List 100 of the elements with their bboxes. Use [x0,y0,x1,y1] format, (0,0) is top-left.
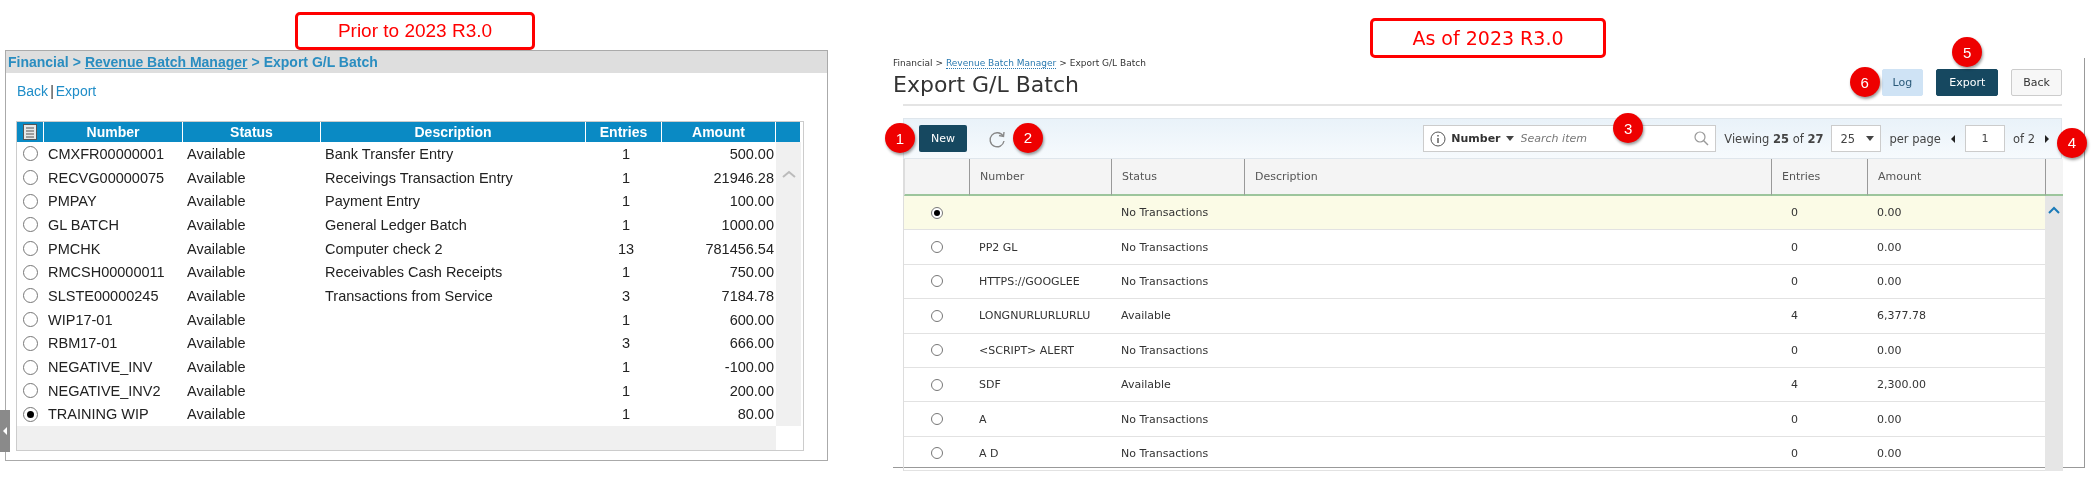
radio-button[interactable] [930,378,943,391]
column-header[interactable]: Status [1111,159,1244,196]
radio-button[interactable] [23,170,38,186]
caret-left-icon [3,427,7,435]
table-cell: 6,377.78 [1867,299,2045,334]
table-cell-text: NEGATIVE_INV [47,358,154,378]
table-cell-text: Available [186,192,247,212]
table-cell: No Transactions [1111,333,1244,368]
breadcrumb-separator: > [1059,58,1067,69]
table-cell: PP2 GL [969,230,1111,265]
radio-button[interactable] [930,241,943,254]
column-header[interactable]: Number [44,122,183,142]
table-cell-text: 1 [620,168,632,188]
table-cell-text: Available [186,334,247,354]
breadcrumb-item[interactable]: Export G/L Batch [1069,58,1146,69]
breadcrumb-link[interactable]: Revenue Batch Manager [945,58,1057,69]
side-collapse-handle[interactable] [0,410,10,452]
column-header[interactable]: Amount [662,122,776,142]
column-header[interactable]: Entries [586,122,662,142]
table-cell: SDF [969,367,1111,403]
caret-down-icon [1505,136,1514,141]
radio-button[interactable] [23,335,38,351]
table-cell-text: Available [186,144,247,164]
table-cell-text: 3 [620,286,632,306]
column-header[interactable]: Status [183,122,321,142]
table-cell: 0 [1771,196,1867,231]
table-cell-text: 3 [620,334,632,354]
table-cell-text: Available [186,168,247,188]
table-cell-text: Available [186,405,247,425]
table-cell: 0.00 [1867,436,2045,472]
log-button[interactable]: Log [1881,69,1924,96]
table-cell-text: TRAINING WIP [47,405,150,425]
table-cell: No Transactions [1111,230,1244,265]
table-cell-text: 750.00 [728,263,775,283]
per-page-label: per page [1889,131,1941,146]
radio-button[interactable] [930,206,943,219]
radio-button[interactable] [23,406,38,422]
table-cell-text: RBM17-01 [47,334,119,354]
table-cell-text: 1000.00 [720,215,775,235]
table-cell-text: Available [186,358,247,378]
radio-button[interactable] [930,309,943,322]
breadcrumb-item[interactable]: Financial [893,58,933,69]
callout-marker: 6 [1849,67,1880,97]
table-cell-text: SLSTE00000245 [47,286,160,306]
table-cell-text: Computer check 2 [324,239,444,259]
column-menu-icon [23,124,37,140]
table-cell-text: 1 [620,381,632,401]
search-icon [1694,131,1710,146]
table-cell-text: Available [186,310,247,330]
table-cell-text: Available [186,239,247,259]
column-header[interactable]: Number [969,159,1111,196]
version-label: As of 2023 R3.0 [1370,18,1606,58]
toolbar-button[interactable]: Export [1936,69,1999,96]
table-cell: No Transactions [1111,264,1244,300]
column-header[interactable]: Description [321,122,586,142]
action-link[interactable]: Export [55,83,97,111]
scrollbar[interactable] [776,142,801,427]
table-cell: LONGNURLURLURLU [969,299,1111,334]
table-cell: 0 [1771,333,1867,368]
radio-button[interactable] [23,217,38,233]
info-icon [1430,130,1447,147]
radio-button[interactable] [23,383,38,399]
table-cell: 0.00 [1867,333,2045,368]
table-cell-text: Available [186,215,247,235]
table-cell-text: 21946.28 [712,168,775,188]
breadcrumb-separator: > [935,58,943,69]
callout-marker: 3 [1613,113,1644,143]
table-cell-text: Available [186,286,247,306]
new-button[interactable]: New [919,125,967,152]
radio-button[interactable] [23,193,38,209]
radio-button[interactable] [23,146,38,162]
radio-button[interactable] [23,288,38,304]
radio-button[interactable] [930,447,943,460]
callout-marker: 2 [1013,122,1043,153]
callout-marker: 5 [1952,37,1983,67]
column-header[interactable]: Amount [1867,159,2045,196]
column-header[interactable]: Entries [1771,159,1867,196]
scrollbar[interactable] [2045,196,2063,472]
page-number-field[interactable]: 1 [1964,125,2005,152]
radio-button[interactable] [23,312,38,328]
table-cell-text: 600.00 [728,310,775,330]
radio-button[interactable] [23,241,38,257]
radio-button[interactable] [930,275,943,288]
search-field-selector[interactable]: Number [1451,132,1501,145]
toolbar-button[interactable]: Back [2011,69,2062,96]
radio-button[interactable] [23,359,38,375]
column-header[interactable]: Description [1244,159,1771,196]
table-cell-text: Bank Transfer Entry [324,144,455,164]
action-link[interactable]: Back [17,83,49,111]
table-cell-text: Available [186,381,247,401]
radio-button[interactable] [930,344,943,357]
page-size-select[interactable]: 25 [1831,125,1882,152]
radio-button[interactable] [23,264,38,280]
radio-button[interactable] [930,413,943,426]
version-label: Prior to 2023 R3.0 [295,12,535,50]
table-cell-text: 13 [616,239,636,259]
table-cell: 0.00 [1867,230,2045,265]
next-page-button[interactable] [2043,133,2051,144]
table-cell-text: Transactions from Service [324,286,494,306]
table-cell: No Transactions [1111,402,1244,437]
